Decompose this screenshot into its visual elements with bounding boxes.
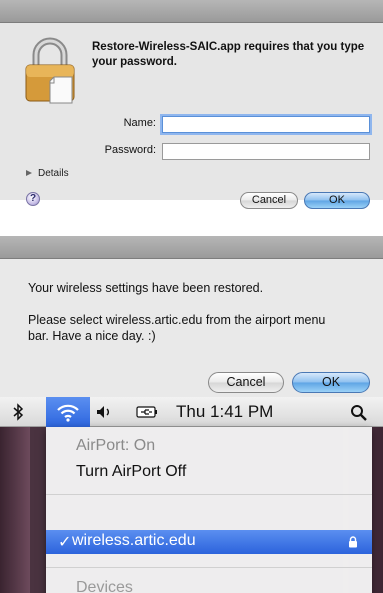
padlock-icon xyxy=(25,37,75,104)
screenshot-root: Restore-Wireless-SAIC.app requires that … xyxy=(0,0,383,593)
restored-instructions: Please select wireless.artic.edu from th… xyxy=(28,313,326,343)
desktop-area: Thu 1:41 PM AirPort: On Turn AirPort Off… xyxy=(0,397,383,593)
details-label: Details xyxy=(38,168,69,179)
airport-menu: AirPort: On Turn AirPort Off ✓ wireless.… xyxy=(46,427,372,593)
spotlight-icon[interactable] xyxy=(350,404,368,422)
auth-ok-button[interactable]: OK xyxy=(304,192,370,209)
wifi-menu-extra[interactable] xyxy=(46,397,90,427)
turn-airport-off-item[interactable]: Turn AirPort Off xyxy=(76,463,186,481)
details-disclosure[interactable]: Details xyxy=(26,168,69,179)
battery-icon[interactable] xyxy=(136,406,158,418)
checkmark-icon: ✓ xyxy=(58,534,72,551)
password-field[interactable] xyxy=(162,143,370,160)
menu-bar: Thu 1:41 PM xyxy=(0,397,383,427)
devices-header: Devices xyxy=(76,579,133,593)
restored-cancel-button[interactable]: Cancel xyxy=(208,372,284,393)
menu-separator xyxy=(46,567,372,568)
network-lock-icon xyxy=(349,536,357,548)
airport-status: AirPort: On xyxy=(76,437,156,454)
network-item-wireless-artic[interactable]: ✓ wireless.artic.edu xyxy=(46,530,372,554)
wifi-icon xyxy=(57,404,79,422)
bluetooth-icon[interactable] xyxy=(12,403,24,421)
auth-dialog: Restore-Wireless-SAIC.app requires that … xyxy=(0,0,383,209)
volume-icon[interactable] xyxy=(96,405,116,419)
restored-dialog-titlebar[interactable] xyxy=(0,236,383,259)
desktop-background-left xyxy=(0,427,30,593)
menubar-clock[interactable]: Thu 1:41 PM xyxy=(176,397,273,427)
disclosure-triangle-icon xyxy=(26,170,32,176)
network-name: wireless.artic.edu xyxy=(72,532,196,549)
restored-ok-button[interactable]: OK xyxy=(292,372,370,393)
restored-message: Your wireless settings have been restore… xyxy=(28,281,264,295)
restored-dialog: Your wireless settings have been restore… xyxy=(0,236,383,400)
menu-separator xyxy=(46,494,372,495)
password-label: Password: xyxy=(104,144,156,156)
help-button[interactable]: ? xyxy=(26,192,40,206)
name-label: Name: xyxy=(123,117,156,129)
auth-cancel-button[interactable]: Cancel xyxy=(240,192,298,209)
name-field[interactable] xyxy=(162,116,370,133)
auth-dialog-titlebar[interactable] xyxy=(0,0,383,23)
auth-message: Restore-Wireless-SAIC.app requires that … xyxy=(92,41,365,68)
